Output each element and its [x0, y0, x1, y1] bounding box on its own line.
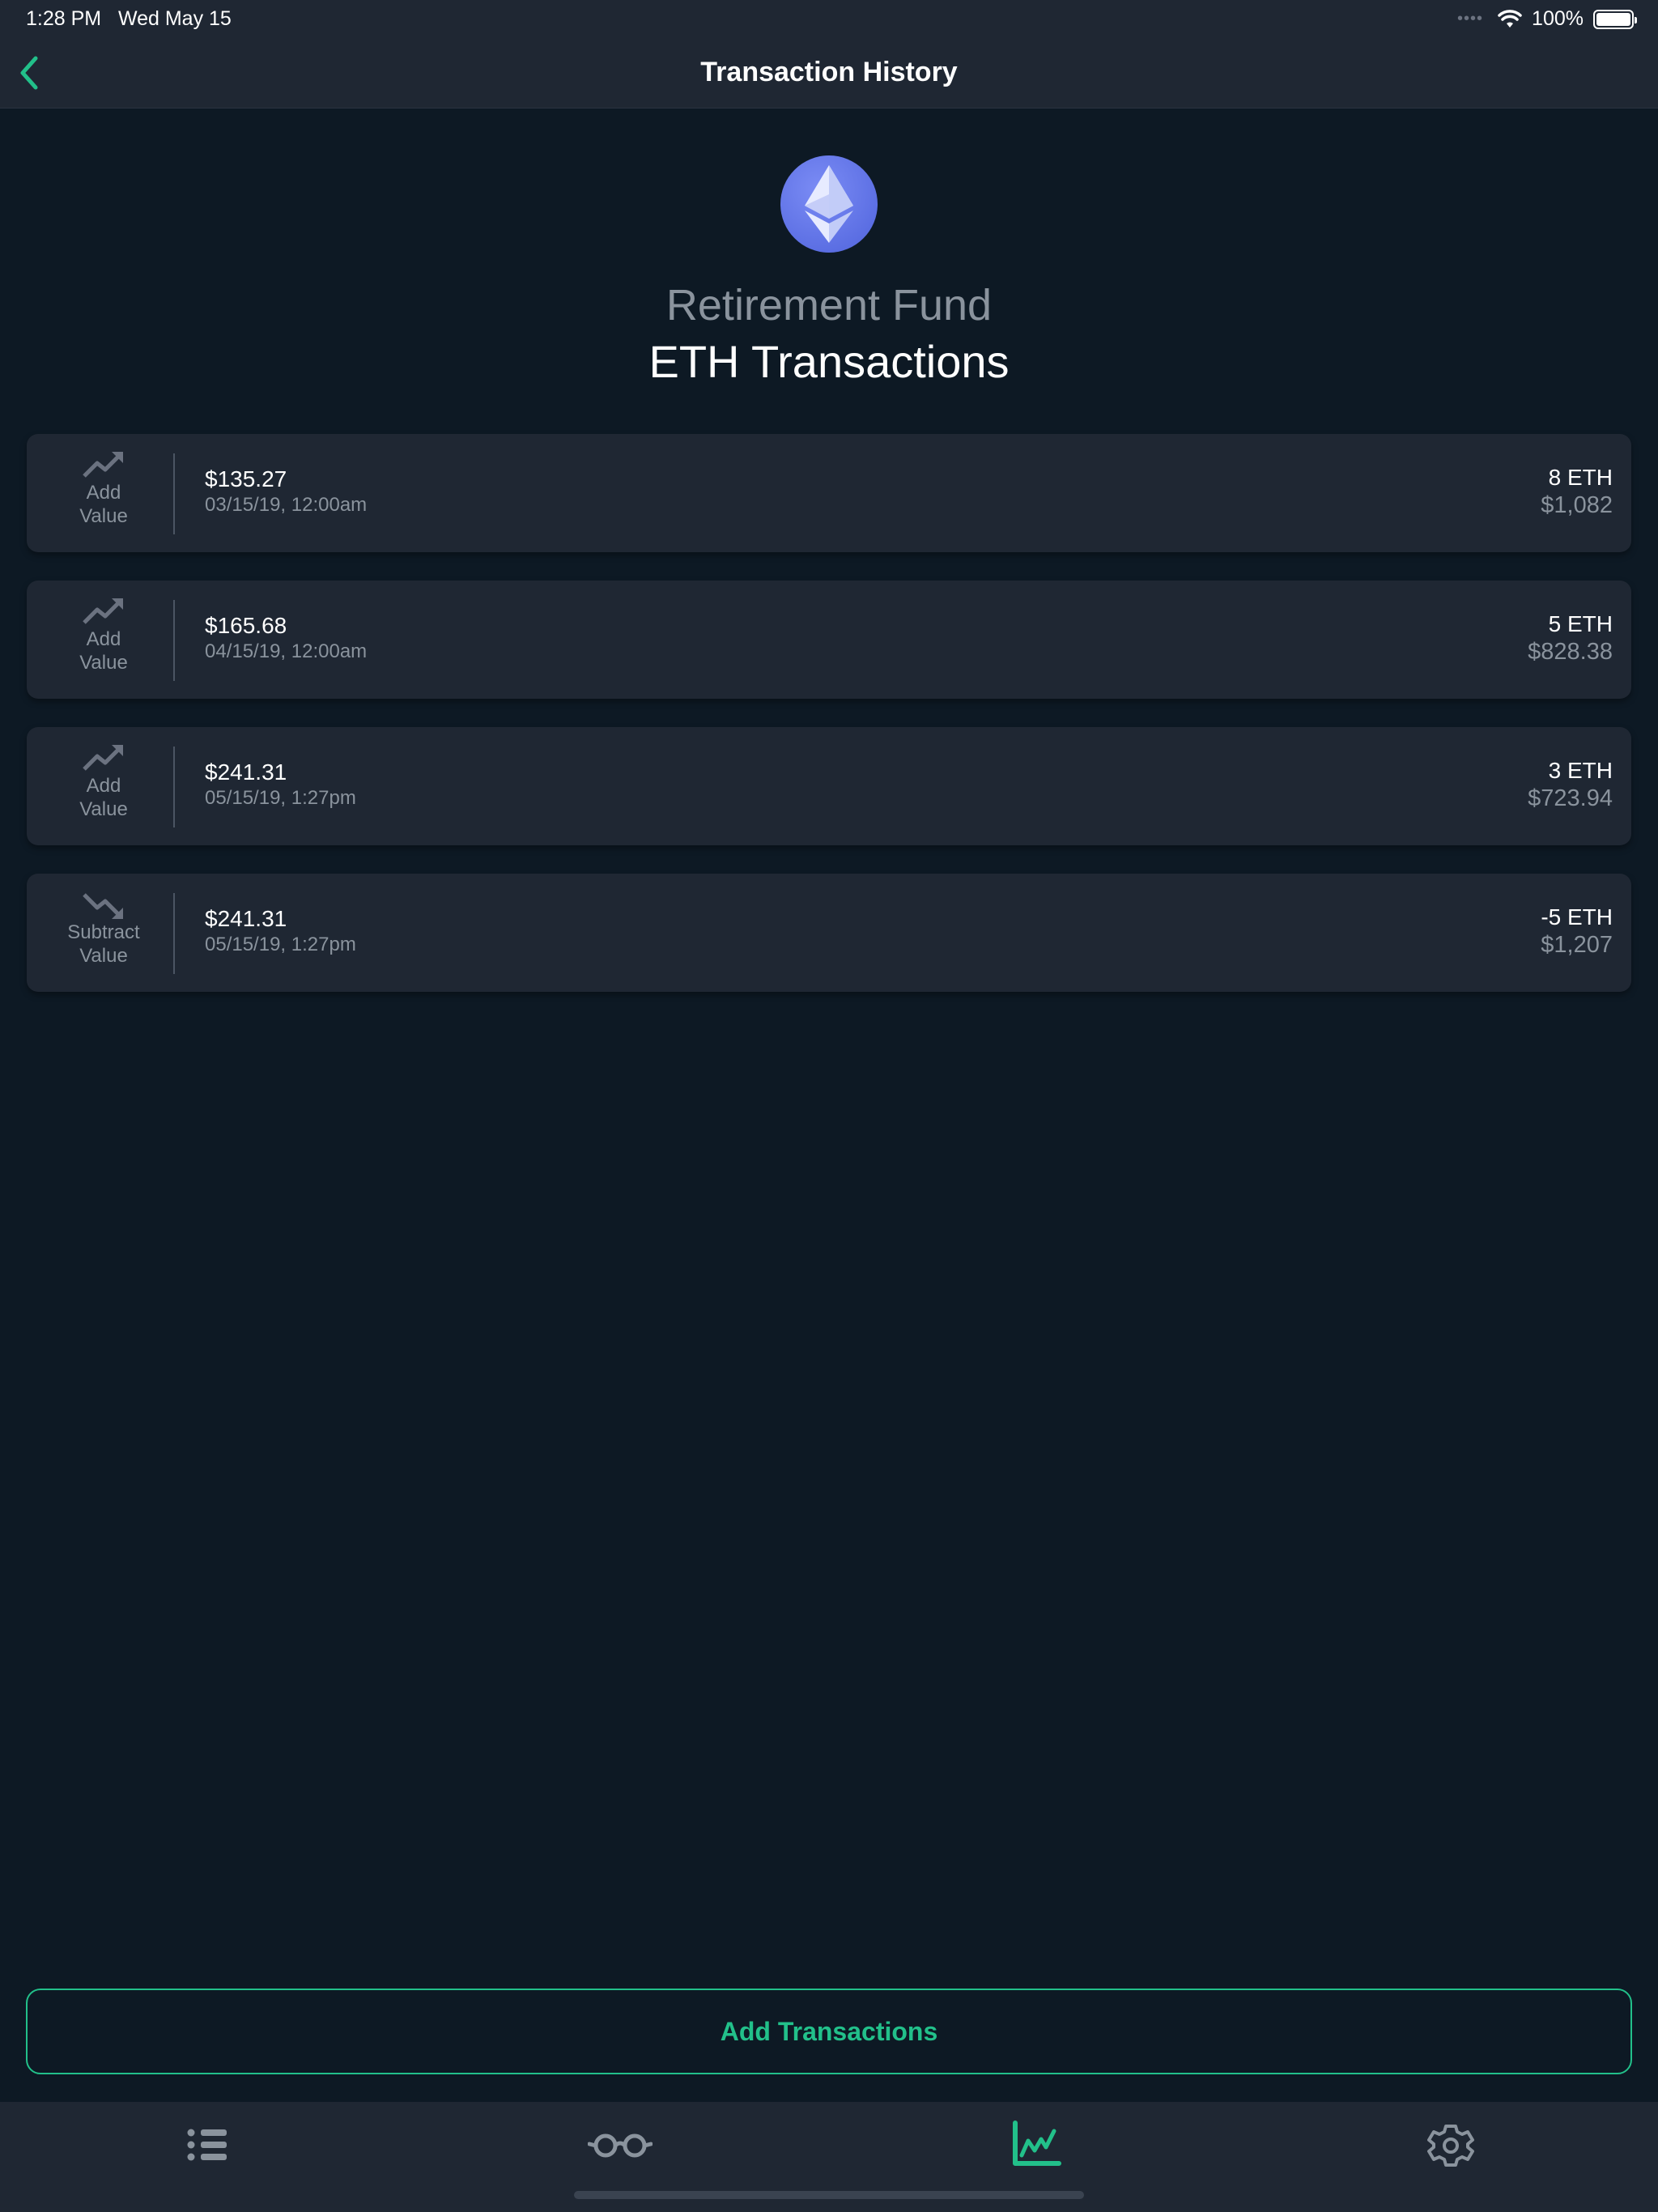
transaction-date: 05/15/19, 1:27pm	[205, 934, 356, 955]
transaction-type: Add Value	[27, 598, 181, 674]
signal-icon: ••••	[1457, 10, 1484, 28]
transaction-quantity: 5 ETH	[1548, 611, 1613, 636]
portfolio-header: Retirement Fund ETH Transactions	[0, 108, 1658, 416]
status-right: •••• 100%	[1457, 7, 1637, 31]
transaction-value: $1,082	[1541, 492, 1613, 518]
divider	[173, 893, 175, 974]
tab-settings[interactable]	[1418, 2116, 1483, 2173]
transaction-type-line1: Add	[86, 775, 121, 797]
transaction-type-line2: Value	[79, 652, 128, 674]
transaction-row[interactable]: Add Value $165.68 04/15/19, 12:00am 5 ET…	[27, 581, 1631, 699]
transaction-date: 03/15/19, 12:00am	[205, 494, 368, 516]
transactions-heading: ETH Transactions	[648, 336, 1010, 387]
status-bar: 1:28 PM Wed May 15 •••• 100%	[0, 0, 1658, 37]
trending-up-icon	[83, 598, 123, 624]
portfolio-name: Retirement Fund	[665, 281, 993, 330]
transaction-type-line1: Subtract	[67, 921, 140, 943]
transaction-row[interactable]: Add Value $241.31 05/15/19, 1:27pm 3 ETH…	[27, 727, 1631, 845]
tab-list[interactable]	[175, 2116, 240, 2173]
transaction-amount: $135.27	[205, 466, 287, 491]
list-icon	[187, 2129, 227, 2161]
status-time: 1:28 PM Wed May 15	[26, 7, 232, 30]
transaction-type: Subtract Value	[27, 891, 181, 968]
transaction-amount: $241.31	[205, 906, 287, 931]
transaction-type-line1: Add	[86, 482, 121, 504]
divider	[173, 747, 175, 827]
transaction-amount: $165.68	[205, 613, 287, 638]
divider	[173, 453, 175, 534]
transaction-date: 04/15/19, 12:00am	[205, 640, 368, 662]
divider	[173, 600, 175, 681]
transaction-type-line2: Value	[79, 945, 128, 967]
transaction-row[interactable]: Add Value $135.27 03/15/19, 12:00am 8 ET…	[27, 434, 1631, 552]
transaction-quantity: -5 ETH	[1541, 904, 1613, 929]
trending-up-icon	[83, 745, 123, 771]
page-title: Transaction History	[700, 57, 958, 87]
transaction-value: $1,207	[1541, 932, 1613, 958]
transaction-type: Add Value	[27, 452, 181, 528]
ethereum-icon	[780, 155, 878, 253]
trending-up-icon	[83, 452, 123, 478]
transaction-type-line1: Add	[86, 628, 121, 650]
transaction-list: Add Value $135.27 03/15/19, 12:00am 8 ET…	[27, 434, 1631, 1020]
wifi-icon	[1498, 9, 1522, 28]
home-indicator	[574, 2191, 1084, 2199]
transaction-quantity: 3 ETH	[1548, 758, 1613, 783]
battery-percent: 100%	[1532, 7, 1584, 30]
chart-icon	[1013, 2121, 1061, 2166]
add-transactions-button[interactable]: Add Transactions	[26, 1989, 1632, 2074]
gear-icon	[1427, 2125, 1474, 2167]
tab-watchlist[interactable]	[587, 2116, 653, 2173]
transaction-type: Add Value	[27, 745, 181, 821]
navigation-bar: Transaction History	[0, 37, 1658, 108]
transaction-type-line2: Value	[79, 505, 128, 527]
battery-icon	[1593, 9, 1637, 29]
transaction-amount: $241.31	[205, 759, 287, 785]
transaction-quantity: 8 ETH	[1548, 465, 1613, 490]
transaction-value: $723.94	[1528, 785, 1613, 811]
transaction-value: $828.38	[1528, 639, 1613, 665]
transaction-row[interactable]: Subtract Value $241.31 05/15/19, 1:27pm …	[27, 874, 1631, 992]
transaction-type-line2: Value	[79, 798, 128, 820]
tab-portfolio[interactable]	[1004, 2116, 1069, 2173]
transaction-date: 05/15/19, 1:27pm	[205, 787, 356, 809]
glasses-icon	[587, 2133, 653, 2158]
trending-down-icon	[83, 893, 123, 919]
